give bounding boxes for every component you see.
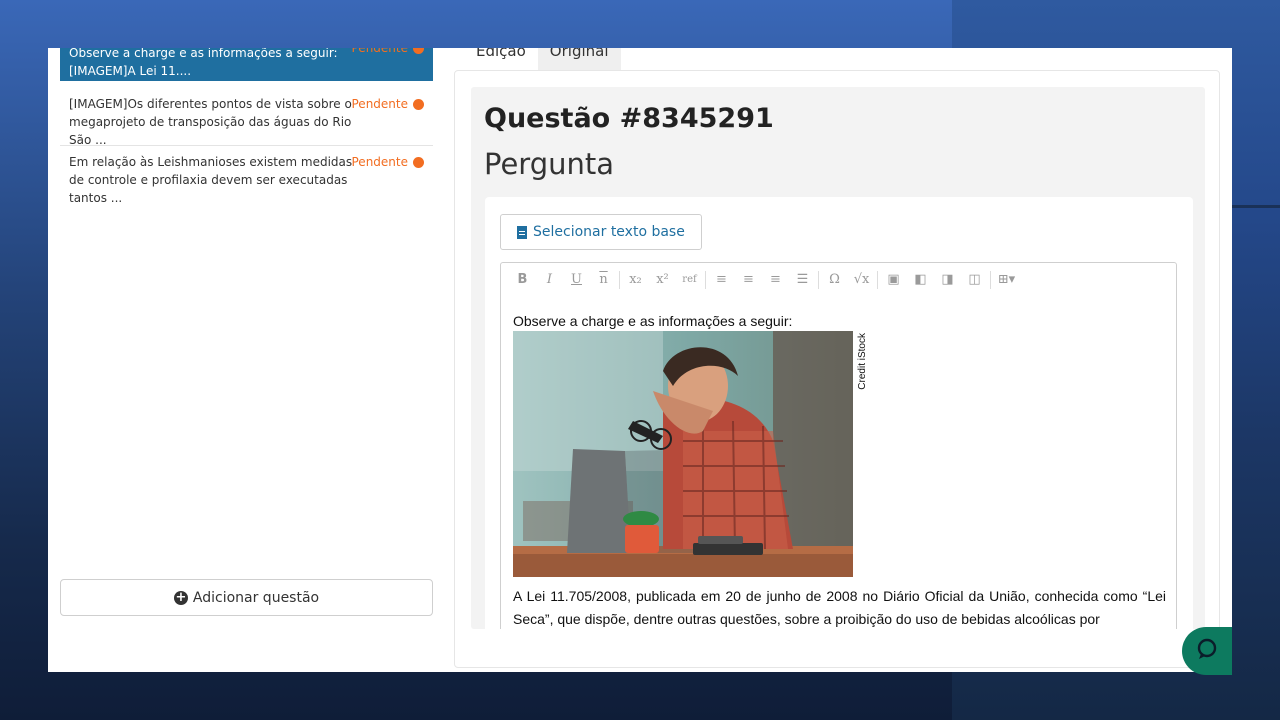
subscript-icon[interactable]: x₂ [622, 268, 649, 292]
chat-icon [1195, 637, 1219, 665]
list-item[interactable]: [IMAGEM]Os diferentes pontos de vista so… [60, 88, 433, 147]
omega-icon[interactable]: Ω [821, 268, 848, 292]
toolbar-divider [990, 271, 991, 289]
plus-circle-icon: + [173, 589, 188, 605]
status-badge: Pendente [351, 48, 424, 57]
intro-text: Observe a charge e as informações a segu… [513, 313, 793, 329]
superscript-icon[interactable]: x² [649, 268, 676, 292]
toolbar-divider [619, 271, 620, 289]
tab-edicao[interactable]: Edição [464, 48, 538, 70]
status-label: Pendente [351, 155, 409, 169]
paragraph-text: A Lei 11.705/2008, publicada em 20 de ju… [513, 588, 1166, 627]
status-badge: Pendente [351, 153, 424, 171]
status-label: Pendente [351, 97, 409, 111]
status-dot-icon [413, 156, 424, 168]
section-title: Pergunta [484, 147, 615, 181]
question-text: Observe a charge e as informações a segu… [69, 48, 338, 78]
align-center-icon[interactable]: ≡ [735, 268, 762, 292]
align-left-icon[interactable]: ≡ [708, 268, 735, 292]
list-item[interactable]: Em relação às Leishmanioses existem medi… [60, 146, 433, 205]
list-item[interactable]: Observe a charge e as informações a segu… [60, 48, 433, 81]
sqrt-icon[interactable]: √x [848, 268, 875, 292]
toolbar-divider [705, 271, 706, 289]
justify-icon[interactable]: ☰ [789, 268, 816, 292]
question-text: Em relação às Leishmanioses existem medi… [69, 155, 353, 205]
align-right-icon[interactable]: ≡ [762, 268, 789, 292]
question-card: Questão #8345291 Pergunta Selecionar tex… [471, 87, 1205, 629]
add-question-button[interactable]: + Adicionar questão [60, 579, 433, 616]
image-right-icon[interactable]: ◨ [934, 268, 961, 292]
tab-bar: Edição Original [464, 48, 621, 70]
image-icon[interactable]: ▣ [880, 268, 907, 292]
bold-icon[interactable]: B [509, 268, 536, 292]
select-base-text-label: Selecionar texto base [533, 224, 685, 240]
rich-text-editor[interactable]: B I U n x₂ x² ref ≡ ≡ ≡ ☰ Ω √x ▣ ◧ ◨ ◫ ⊞… [500, 262, 1177, 629]
underline-icon[interactable]: U [563, 268, 590, 292]
image-center-icon[interactable]: ◫ [961, 268, 988, 292]
charge-image-wrapper: Credit iStock [513, 331, 873, 577]
status-dot-icon [413, 48, 424, 54]
select-base-text-button[interactable]: Selecionar texto base [500, 214, 702, 250]
add-question-label: Adicionar questão [192, 589, 320, 606]
chat-button[interactable] [1182, 627, 1232, 675]
page-title: Questão #8345291 [484, 103, 774, 134]
editor-panel: Questão #8345291 Pergunta Selecionar tex… [454, 70, 1220, 668]
file-icon [517, 225, 527, 239]
image-left-icon[interactable]: ◧ [907, 268, 934, 292]
status-dot-icon [413, 98, 424, 110]
question-text: [IMAGEM]Os diferentes pontos de vista so… [69, 97, 352, 147]
charge-image [513, 331, 853, 577]
tab-original[interactable]: Original [537, 48, 621, 70]
italic-icon[interactable]: I [536, 268, 563, 292]
overline-icon[interactable]: n [590, 268, 617, 292]
toolbar-divider [818, 271, 819, 289]
question-body: Selecionar texto base B I U n x₂ x² ref … [485, 197, 1193, 629]
editor-content: Observe a charge e as informações a segu… [513, 313, 1166, 629]
toolbar-divider [877, 271, 878, 289]
background-band [1232, 205, 1280, 208]
image-credit: Credit iStock [857, 333, 868, 390]
status-label: Pendente [351, 48, 409, 55]
status-badge: Pendente [351, 95, 424, 113]
editor-toolbar: B I U n x₂ x² ref ≡ ≡ ≡ ☰ Ω √x ▣ ◧ ◨ ◫ ⊞… [501, 263, 1176, 297]
question-list: Observe a charge e as informações a segu… [60, 48, 433, 205]
table-icon[interactable]: ⊞▾ [993, 268, 1020, 292]
ref-icon[interactable]: ref [676, 268, 703, 292]
app-window: Observe a charge e as informações a segu… [48, 48, 1232, 672]
